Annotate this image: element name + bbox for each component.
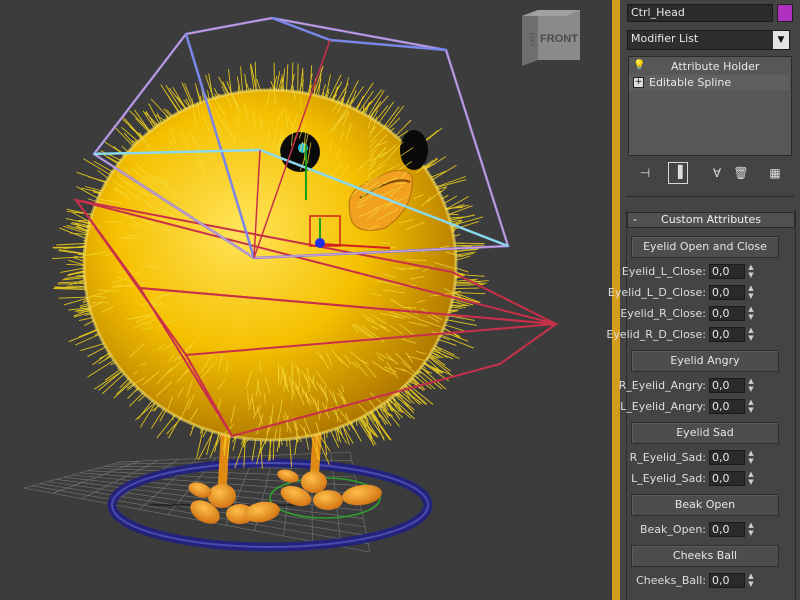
modifier-list-dropdown[interactable]: Modifier List ▼ [627,30,790,50]
configure-modifier-sets-icon[interactable]: ▦ [764,162,786,184]
param-label: R_Eyelid_Angry: [618,379,706,392]
chevron-down-icon[interactable]: ▼ [773,31,789,49]
divider-line [626,196,794,197]
param-value-field[interactable]: 0,0 [709,471,745,486]
param-label: L_Eyelid_Angry: [620,400,706,413]
param-value-field[interactable]: 0,0 [709,378,745,393]
param-label: Eyelid_L_Close: [621,265,706,278]
spinner-arrows-icon[interactable]: ▲ ▼ [746,522,756,537]
param-eyelid-r-close: Eyelid_R_Close: 0,0 ▲ ▼ [620,306,795,322]
param-value-field[interactable]: 0,0 [709,306,745,321]
modify-command-panel: Ctrl_Head Modifier List ▼ 💡 Attribute Ho… [606,0,800,600]
param-l-eyelid-angry: L_Eyelid_Angry: 0,0 ▲ ▼ [620,399,795,415]
param-label: Eyelid_R_D_Close: [606,328,706,341]
stack-item-label: Editable Spline [649,76,732,89]
spinner-arrows-icon[interactable]: ▲ ▼ [746,285,756,300]
spinner-arrows-icon[interactable]: ▲ ▼ [746,573,756,588]
param-r-eyelid-angry: R_Eyelid_Angry: 0,0 ▲ ▼ [619,378,795,394]
object-color-swatch[interactable] [777,4,793,22]
rollout-header[interactable]: - Custom Attributes [627,212,795,228]
param-eyelid-l-close: Eyelid_L_Close: 0,0 ▲ ▼ [622,264,795,280]
param-value-field[interactable]: 0,0 [709,522,745,537]
beak-open-button[interactable]: Beak Open [631,494,779,516]
remove-modifier-icon[interactable]: 🗑 [730,162,752,184]
param-l-eyelid-sad: L_Eyelid_Sad: 0,0 ▲ ▼ [627,471,795,487]
param-label: Eyelid_L_D_Close: [607,286,706,299]
plus-box-icon[interactable]: + [633,77,644,88]
spinner-arrows-icon[interactable]: ▲ ▼ [746,399,756,414]
param-value-field[interactable]: 0,0 [709,399,745,414]
spinner-arrows-icon[interactable]: ▲ ▼ [746,327,756,342]
modifier-stack-toolbar: ⊣ ▐ ∀ 🗑 ▦ [628,162,790,186]
spinner-arrows-icon[interactable]: ▲ ▼ [746,264,756,279]
param-value-field[interactable]: 0,0 [709,285,745,300]
rollout-title: Custom Attributes [661,213,761,226]
spinner-arrows-icon[interactable]: ▲ ▼ [746,306,756,321]
viewcube-front-label: FRONT [540,33,578,45]
param-label: Beak_Open: [639,523,706,536]
param-value-field[interactable]: 0,0 [709,327,745,342]
modifier-stack-list[interactable]: 💡 Attribute Holder + Editable Spline [628,56,792,156]
cheeks-ball-button[interactable]: Cheeks Ball [631,545,779,567]
pin-stack-icon[interactable]: ⊣ [634,162,656,184]
chick-body [84,90,456,440]
param-beak-open: Beak_Open: 0,0 ▲ ▼ [627,522,795,538]
param-label: L_Eyelid_Sad: [631,472,706,485]
modifier-list-label: Modifier List [631,32,699,45]
spinner-arrows-icon[interactable]: ▲ ▼ [746,378,756,393]
param-value-field[interactable]: 0,0 [709,264,745,279]
stack-item-label: Attribute Holder [671,60,760,73]
lightbulb-icon[interactable]: 💡 [633,61,645,71]
eyelid-angry-button[interactable]: Eyelid Angry [631,350,779,372]
param-label: Eyelid_R_Close: [620,307,706,320]
object-name-field[interactable]: Ctrl_Head [627,4,773,22]
spinner-arrows-icon[interactable]: ▲ ▼ [746,450,756,465]
make-unique-icon[interactable]: ∀ [706,162,728,184]
param-value-field[interactable]: 0,0 [709,450,745,465]
eyelid-sad-button[interactable]: Eyelid Sad [631,422,779,444]
param-eyelid-l-d-close: Eyelid_L_D_Close: 0,0 ▲ ▼ [608,285,795,301]
viewcube-left-label: LEFT [528,33,534,48]
chick-3d-scene [23,16,559,553]
right-eye [400,130,428,170]
param-r-eyelid-sad: R_Eyelid_Sad: 0,0 ▲ ▼ [627,450,795,466]
param-label: R_Eyelid_Sad: [629,451,706,464]
viewcube[interactable]: FRONT LEFT [520,6,588,70]
custom-attributes-rollout: - Custom Attributes Eyelid Open and Clos… [606,210,796,600]
stack-item-editable-spline[interactable]: + Editable Spline [629,75,789,90]
param-cheeks-ball: Cheeks_Ball: 0,0 ▲ ▼ [627,573,795,589]
param-value-field[interactable]: 0,0 [709,573,745,588]
param-label: Cheeks_Ball: [636,574,706,587]
spinner-arrows-icon[interactable]: ▲ ▼ [746,471,756,486]
eyelid-open-close-button[interactable]: Eyelid Open and Close [631,236,779,258]
param-eyelid-r-d-close: Eyelid_R_D_Close: 0,0 ▲ ▼ [606,327,795,343]
perspective-viewport[interactable]: FRONT LEFT [0,0,612,600]
stack-item-attribute-holder[interactable]: 💡 Attribute Holder [629,59,789,74]
show-end-result-icon[interactable]: ▐ [668,162,688,184]
